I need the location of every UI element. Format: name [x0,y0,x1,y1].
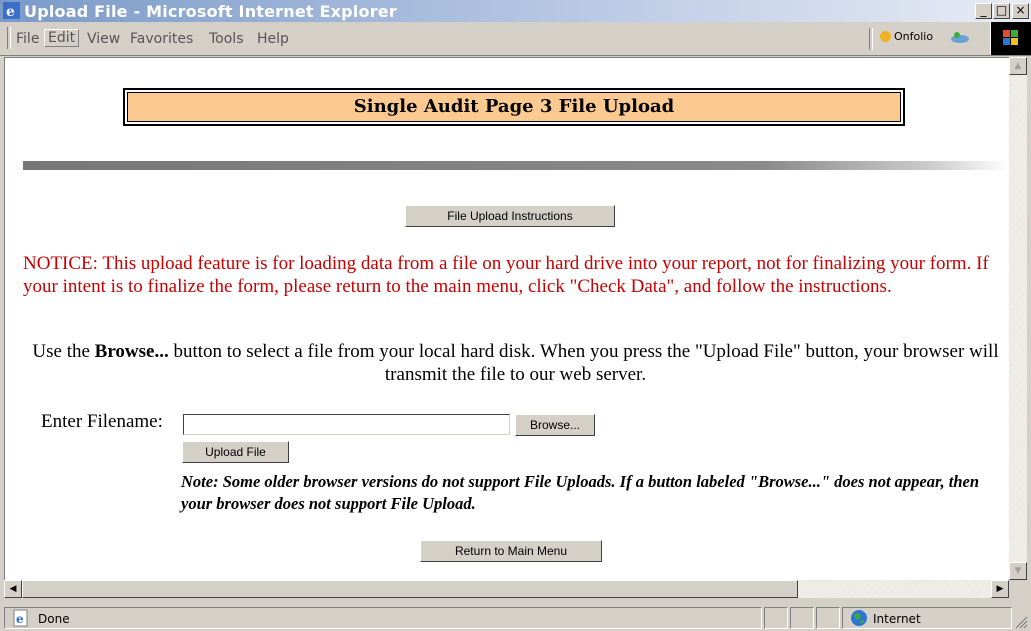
status-pane-4 [816,607,840,629]
windows-logo-icon [990,22,1031,55]
notice-text: NOTICE: This upload feature is for loadi… [23,253,989,297]
horizontal-scrollbar[interactable]: ◀ ▶ [4,580,1009,598]
menu-grip [7,27,11,49]
menu-view[interactable]: View [87,31,120,47]
onfolio-button[interactable]: Onfolio [880,30,933,43]
status-pane-3 [790,607,814,629]
title-bar: e Upload File - Microsoft Internet Explo… [0,0,1031,22]
menu-bar: File Edit View Favorites Tools Help Onfo… [0,22,1031,56]
ie-app-icon: e [3,2,20,19]
ie-page-icon: e [13,609,28,627]
scroll-left-arrow-icon[interactable]: ◀ [4,580,22,598]
globe-icon [851,610,867,626]
browse-button[interactable]: Browse... [515,414,595,436]
window-title: Upload File - Microsoft Internet Explore… [24,2,397,21]
horizontal-divider [23,161,1009,170]
onfolio-label: Onfolio [894,30,934,43]
filename-label: Enter Filename: [41,411,163,432]
browse-instructions: Use the Browse... button to select a fil… [23,340,1008,386]
horizontal-scroll-thumb[interactable] [22,580,798,598]
browse-instructions-bold: Browse... [94,341,169,362]
minimize-button[interactable]: _ [975,3,992,19]
page-title: Single Audit Page 3 File Upload [127,92,901,122]
messenger-icon[interactable] [950,30,970,44]
resize-grip-icon[interactable] [1014,615,1028,629]
svg-text:e: e [16,612,24,626]
status-text: Done [38,612,70,626]
menu-edit[interactable]: Edit [44,29,80,47]
browse-instructions-post: button to select a file from your local … [168,341,999,385]
file-upload-instructions-button[interactable]: File Upload Instructions [405,205,615,227]
page-viewport: Single Audit Page 3 File Upload File Upl… [4,57,1009,580]
close-button[interactable]: × [1012,3,1029,19]
scroll-right-arrow-icon[interactable]: ▶ [991,580,1009,598]
return-to-main-menu-button[interactable]: Return to Main Menu [420,540,602,562]
status-bar: e Done Internet [0,601,1031,631]
browser-support-note: Note: Some older browser versions do not… [181,472,980,513]
menu-help[interactable]: Help [257,31,289,47]
scrollbar-corner [1009,580,1031,598]
menu-favorites[interactable]: Favorites [130,31,193,47]
browse-instructions-pre: Use the [32,341,95,362]
svg-text:e: e [6,4,15,19]
status-pane-2 [764,607,788,629]
menu-file[interactable]: File [16,31,39,47]
window-right-edge [1027,57,1031,580]
scroll-up-arrow-icon[interactable]: ▲ [1009,57,1027,75]
status-pane-main [4,607,762,629]
scroll-down-arrow-icon[interactable]: ▼ [1009,562,1027,580]
filename-input[interactable] [183,414,510,435]
zone-text: Internet [873,612,921,626]
toolbar-separator [869,28,873,50]
page-heading-box: Single Audit Page 3 File Upload [123,88,905,126]
maximize-button[interactable]: □ [993,3,1010,19]
menu-tools[interactable]: Tools [209,31,244,47]
vertical-scrollbar[interactable]: ▲ ▼ [1009,57,1027,580]
onfolio-icon [880,31,891,42]
upload-file-button[interactable]: Upload File [182,441,289,463]
